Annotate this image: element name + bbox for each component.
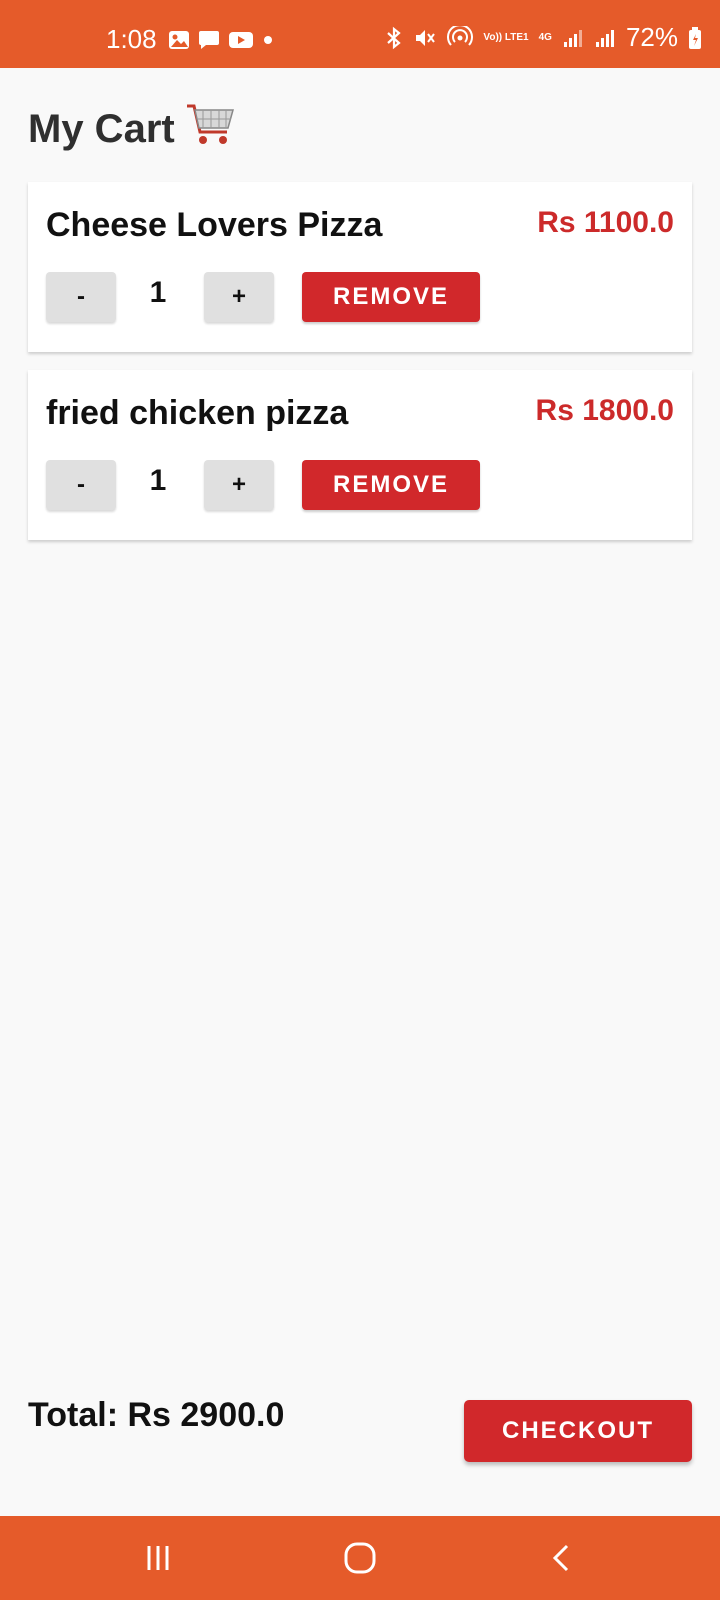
bluetooth-icon: [385, 26, 403, 50]
item-name: fried chicken pizza: [46, 394, 349, 432]
hotspot-icon: [447, 25, 474, 50]
message-icon: [198, 30, 220, 50]
quantity-value: 1: [149, 464, 167, 497]
item-price: Rs 1100.0: [537, 206, 674, 239]
decrease-quantity-button[interactable]: -: [46, 460, 116, 510]
cart-total: Total: Rs 2900.0: [28, 1396, 285, 1434]
back-icon[interactable]: [532, 1536, 592, 1580]
battery-icon: [688, 26, 702, 50]
navigation-bar: [0, 1516, 720, 1600]
status-bar: 1:08 Vo)) LTE1 4G 72%: [0, 0, 720, 68]
cart-item: Cheese Lovers Pizza Rs 1100.0 - 1 + REMO…: [28, 182, 692, 352]
battery-level: 72%: [625, 22, 678, 52]
remove-button[interactable]: REMOVE: [302, 460, 480, 510]
volte-label: Vo)) LTE1: [483, 31, 529, 43]
signal-icon: [562, 27, 584, 49]
cart-icon: [185, 100, 237, 158]
remove-button[interactable]: REMOVE: [302, 272, 480, 322]
network-type: 4G: [538, 31, 552, 43]
decrease-quantity-button[interactable]: -: [46, 272, 116, 322]
item-name: Cheese Lovers Pizza: [46, 206, 383, 244]
notification-icons: [168, 30, 274, 50]
increase-quantity-button[interactable]: +: [204, 272, 274, 322]
checkout-button[interactable]: CHECKOUT: [464, 1400, 692, 1462]
mute-icon: [413, 26, 437, 50]
quantity-value: 1: [149, 276, 167, 309]
home-icon[interactable]: [330, 1536, 390, 1580]
system-icons: Vo)) LTE1 4G 72%: [385, 22, 702, 53]
page-title: My Cart: [28, 100, 237, 158]
recent-apps-icon[interactable]: [128, 1536, 188, 1580]
dot-icon: [262, 30, 274, 50]
gallery-icon: [168, 30, 190, 50]
page-title-text: My Cart: [28, 106, 175, 151]
cart-item: fried chicken pizza Rs 1800.0 - 1 + REMO…: [28, 370, 692, 540]
youtube-icon: [228, 30, 254, 50]
signal-icon: [594, 27, 616, 49]
status-time: 1:08: [106, 24, 157, 54]
item-price: Rs 1800.0: [535, 394, 674, 427]
increase-quantity-button[interactable]: +: [204, 460, 274, 510]
